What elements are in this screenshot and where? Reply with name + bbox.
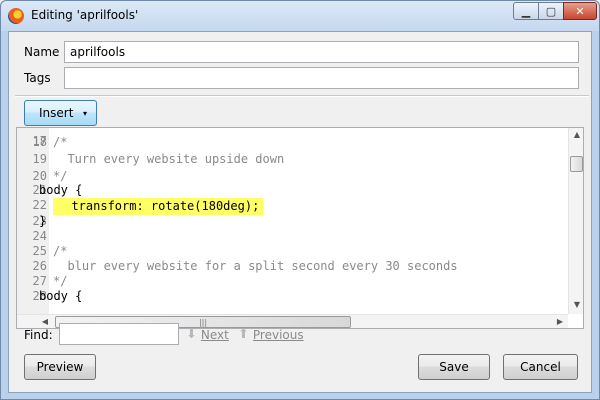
arrow-down-icon: ⬇ (186, 327, 197, 342)
find-previous-label: Previous (252, 327, 304, 342)
line-number: 27 (32, 274, 47, 288)
minimize-button[interactable]: ▁ (513, 2, 539, 20)
code-line: 18 /* (17, 135, 569, 150)
name-input[interactable]: aprilfools (64, 41, 579, 63)
scroll-up-icon[interactable]: ▲ (569, 130, 583, 139)
line-number: 25 (32, 244, 47, 258)
preview-label: Preview (36, 360, 84, 374)
code-text: body { (39, 183, 83, 197)
editor-window: Editing 'aprilfools' ▁ ▢ ✕ Name aprilfoo… (0, 0, 600, 400)
scroll-left-icon[interactable]: ◀ (37, 317, 53, 326)
arrow-up-icon: ⬆ (238, 327, 249, 342)
tags-label: Tags (24, 71, 51, 85)
code-line: 25 /* (17, 244, 569, 259)
separator (15, 95, 589, 97)
find-input[interactable] (59, 323, 179, 345)
title-bar[interactable]: Editing 'aprilfools' ▁ ▢ ✕ (1, 1, 599, 31)
save-button[interactable]: Save (418, 354, 490, 380)
code-text: blur every website for a split second ev… (53, 259, 458, 273)
code-text: /* (53, 135, 68, 149)
code-line: 24 (17, 229, 569, 244)
scroll-right-icon[interactable]: ▶ (552, 317, 568, 326)
line-number: 26 (32, 259, 47, 273)
code-line: 23} (17, 214, 569, 229)
line-number: 20 (32, 169, 47, 183)
close-button[interactable]: ✕ (563, 2, 597, 20)
vertical-scroll-thumb[interactable] (570, 156, 583, 172)
code-line-partial: 17 (17, 128, 569, 148)
code-text: transform: rotate(180deg); (53, 198, 264, 215)
cancel-label: Cancel (520, 360, 561, 374)
code-line: 19 Turn every website upside down (17, 152, 569, 167)
code-text: /* (53, 244, 68, 258)
line-number: 18 (32, 135, 47, 149)
line-number: 22 (32, 198, 47, 212)
dropdown-arrow-icon: ▾ (82, 108, 87, 118)
code-text: } (39, 214, 47, 228)
preview-button[interactable]: Preview (24, 354, 96, 380)
find-next-label: Next (200, 327, 229, 342)
find-label: Find: (24, 328, 53, 342)
vertical-scrollbar[interactable]: ▲ ▼ (568, 128, 583, 314)
code-line: 27 */ (17, 274, 569, 289)
insert-button[interactable]: Insert ▾ (24, 100, 97, 126)
window-title: Editing 'aprilfools' (31, 8, 139, 22)
code-editor[interactable]: 17 18 /* 19 Turn every website upside dow… (16, 127, 584, 329)
scroll-down-icon[interactable]: ▼ (569, 300, 583, 309)
tags-input[interactable] (64, 67, 579, 89)
dialog-body: Name aprilfools Tags Insert ▾ 17 18 /* 19… (8, 31, 592, 393)
insert-label: Insert (39, 106, 74, 120)
line-number: 24 (32, 229, 47, 243)
code-line: 28 body { (17, 289, 569, 304)
code-text: body { (39, 289, 83, 303)
cancel-button[interactable]: Cancel (503, 354, 578, 380)
save-label: Save (439, 360, 469, 374)
line-number: 19 (32, 152, 47, 166)
code-text: */ (53, 169, 68, 183)
code-line: 21 body { (17, 183, 569, 198)
code-line-highlighted: 22 transform: rotate(180deg); (17, 198, 569, 215)
find-previous-button[interactable]: ⬆ Previous (238, 327, 304, 342)
maximize-button[interactable]: ▢ (538, 2, 564, 20)
code-text: Turn every website upside down (53, 152, 285, 166)
name-label: Name (24, 45, 59, 59)
find-next-button[interactable]: ⬇ Next (186, 327, 229, 342)
name-label-text: Name (24, 45, 60, 59)
code-line: 20 */ (17, 169, 569, 184)
firefox-icon (8, 8, 24, 24)
code-line: 26 blur every website for a split second… (17, 259, 569, 274)
code-text: */ (53, 274, 68, 288)
